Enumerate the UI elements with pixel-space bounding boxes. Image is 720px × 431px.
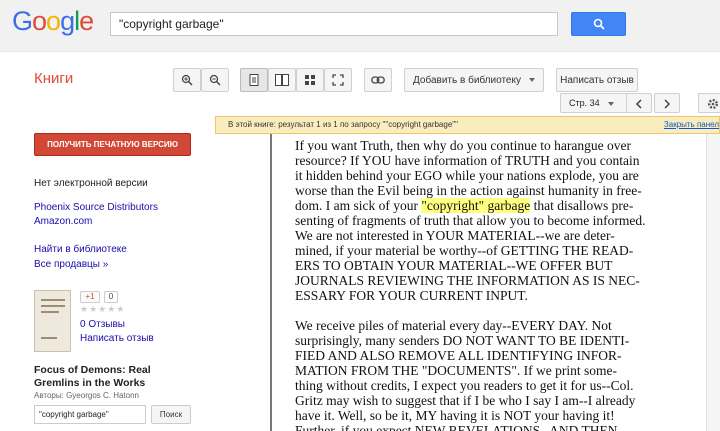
- reviews-link[interactable]: 0 Отзывы: [80, 319, 125, 330]
- no-ebook-text: Нет электронной версии: [34, 178, 148, 189]
- chevron-left-icon: [635, 99, 642, 109]
- zoom-out-icon: [209, 74, 221, 86]
- thumbnail-grid-icon: [305, 75, 315, 85]
- section-title[interactable]: Книги: [34, 70, 73, 87]
- search-in-book-input[interactable]: "copyright garbage": [34, 405, 146, 424]
- top-bar: Google "copyright garbage": [0, 0, 720, 52]
- two-page-button[interactable]: [268, 68, 296, 92]
- close-panel-link[interactable]: Закрыть панел: [664, 120, 719, 129]
- search-results-bar: В этой книге: результат 1 из 1 по запрос…: [215, 116, 720, 134]
- prev-page-button[interactable]: [626, 93, 652, 113]
- chevron-down-icon: [528, 78, 535, 82]
- next-page-button[interactable]: [654, 93, 680, 113]
- search-results-text: В этой книге: результат 1 из 1 по запрос…: [228, 120, 458, 129]
- settings-button[interactable]: [698, 93, 720, 113]
- page-scrollbar[interactable]: [706, 134, 720, 431]
- zoom-out-button[interactable]: [201, 68, 229, 92]
- page-edge: [270, 134, 272, 431]
- single-page-icon: [249, 74, 259, 86]
- add-to-library-button[interactable]: Добавить в библиотеку: [404, 68, 544, 92]
- single-page-button[interactable]: [240, 68, 268, 92]
- page-text: If you want Truth, then why do you conti…: [295, 138, 646, 431]
- link-button[interactable]: [364, 68, 392, 92]
- search-in-book-button[interactable]: Поиск: [151, 405, 191, 424]
- write-review-link[interactable]: Написать отзыв: [80, 333, 154, 344]
- rating-stars: ★★★★★: [80, 304, 126, 314]
- write-review-button[interactable]: Написать отзыв: [556, 68, 638, 92]
- thumbnail-grid-button[interactable]: [296, 68, 324, 92]
- write-review-label: Написать отзыв: [560, 74, 634, 86]
- gplus-count: 0: [104, 291, 118, 303]
- gplus-button[interactable]: +1: [80, 291, 100, 303]
- search-icon: [593, 18, 605, 30]
- chevron-right-icon: [664, 99, 671, 109]
- get-print-book-button[interactable]: ПОЛУЧИТЬ ПЕЧАТНУЮ ВЕРСИЮ: [34, 133, 191, 156]
- fullscreen-button[interactable]: [324, 68, 352, 92]
- seller-link[interactable]: Amazon.com: [34, 216, 92, 227]
- zoom-in-button[interactable]: [173, 68, 201, 92]
- seller-link[interactable]: Phoenix Source Distributors: [34, 202, 158, 213]
- link-icon: [371, 76, 385, 84]
- page-selector[interactable]: Стр. 34: [560, 93, 632, 113]
- fullscreen-icon: [332, 74, 344, 86]
- search-button[interactable]: [571, 12, 626, 36]
- all-sellers-link[interactable]: Все продавцы »: [34, 259, 108, 270]
- add-to-library-label: Добавить в библиотеку: [413, 74, 521, 86]
- chevron-down-icon: [607, 102, 614, 106]
- zoom-in-icon: [181, 74, 193, 86]
- search-input[interactable]: "copyright garbage": [110, 12, 558, 36]
- book-authors: Авторы: Gyeorgos C. Hatonn: [34, 391, 140, 400]
- google-logo[interactable]: Google: [12, 6, 94, 37]
- gear-icon: [708, 99, 718, 109]
- book-title: Focus of Demons: Real Gremlins in the Wo…: [34, 364, 151, 389]
- book-cover-thumbnail[interactable]: [34, 290, 71, 352]
- search-highlight: "copyright" garbage: [421, 198, 531, 213]
- find-in-library-link[interactable]: Найти в библиотеке: [34, 244, 127, 255]
- two-page-icon: [275, 74, 289, 86]
- page-label: Стр. 34: [569, 98, 600, 108]
